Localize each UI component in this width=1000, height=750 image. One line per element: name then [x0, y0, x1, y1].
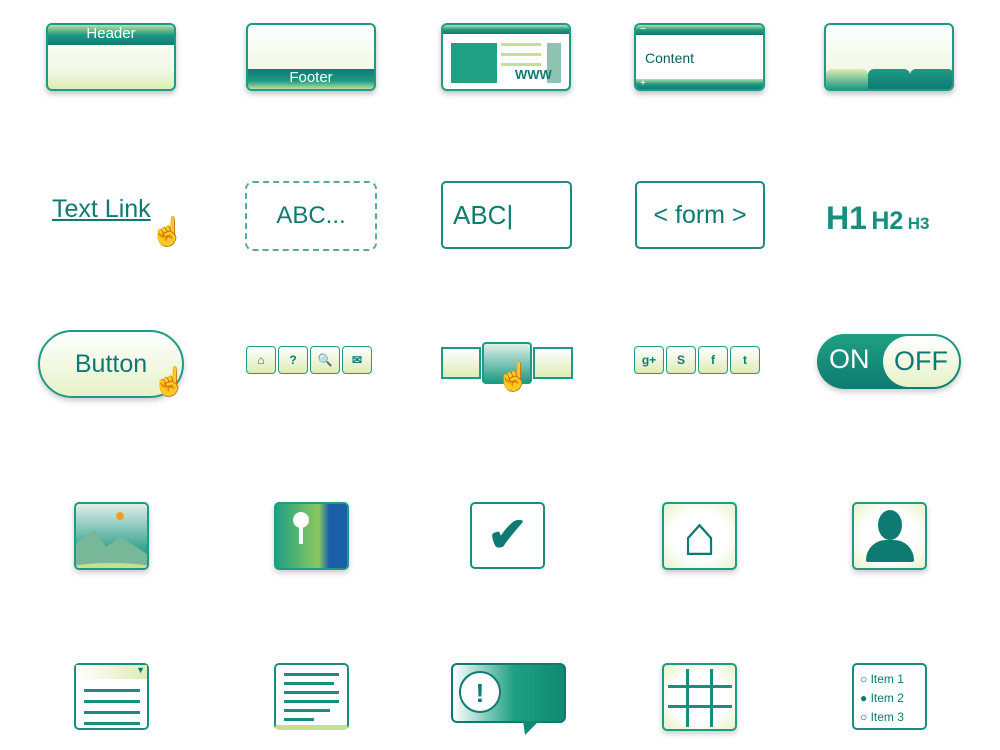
radio-list-icon: ○ Item 1 ● Item 2 ○ Item 3: [852, 663, 927, 730]
twitter-icon[interactable]: t: [730, 346, 760, 374]
hand-cursor-icon: ☝: [152, 366, 187, 397]
google-plus-icon[interactable]: g+: [634, 346, 664, 374]
form-icon: < form >: [635, 181, 765, 249]
radio-item[interactable]: ○ Item 3: [860, 708, 925, 727]
collapse-icon: −: [636, 25, 763, 35]
h2-label: H2: [871, 207, 904, 235]
radio-item[interactable]: ○ Item 1: [860, 670, 925, 689]
search-icon[interactable]: 🔍: [310, 346, 340, 374]
radio-item-selected[interactable]: ● Item 2: [860, 689, 925, 708]
header-bar: Header: [48, 25, 174, 45]
document-icon: [274, 663, 349, 730]
social-bar: g+ Sf t: [634, 346, 762, 374]
on-off-toggle[interactable]: ON OFF: [817, 334, 961, 389]
gallery-next[interactable]: [533, 347, 573, 379]
radio-label: Item 1: [870, 672, 904, 686]
hand-cursor-icon: ☝: [150, 216, 185, 247]
hand-cursor-icon: ☝: [496, 361, 531, 392]
home-icon: ⌂: [662, 502, 737, 570]
text-input[interactable]: ABC|: [441, 181, 572, 249]
content-label: Content: [645, 50, 695, 66]
alert-message-icon: !: [451, 663, 566, 735]
image-icon: [74, 502, 149, 570]
toggle-on-label: ON: [829, 344, 870, 374]
tabs-layout-icon: [824, 23, 954, 91]
help-icon[interactable]: ?: [278, 346, 308, 374]
h3-label: H3: [907, 214, 930, 233]
checkbox-checked-icon[interactable]: ✔: [470, 502, 545, 569]
skype-icon[interactable]: S: [666, 346, 696, 374]
content-panel-icon: − Content +: [634, 23, 765, 91]
user-icon: [852, 502, 927, 570]
headings-icon: H1 H2 H3: [826, 200, 930, 237]
expand-icon: +: [636, 79, 763, 89]
placeholder-text: ABC...: [276, 202, 346, 229]
button-label: Button: [74, 350, 148, 378]
toggle-off-label: OFF: [883, 336, 959, 387]
text-link[interactable]: Text Link: [52, 195, 151, 224]
footer-layout-icon: Footer: [246, 23, 376, 91]
map-icon: [274, 502, 349, 570]
mail-icon[interactable]: ✉: [342, 346, 372, 374]
toolbar-icon: ⌂? 🔍 ✉: [246, 346, 374, 374]
header-layout-icon: Header: [46, 23, 176, 91]
h1-label: H1: [826, 200, 867, 236]
gallery-prev[interactable]: [441, 347, 481, 379]
webpage-icon: WWW: [441, 23, 571, 91]
grid-icon: [662, 663, 737, 731]
webpage-image-block: [451, 43, 497, 83]
placeholder-field[interactable]: ABC...: [245, 181, 377, 251]
www-label: WWW: [515, 67, 552, 82]
footer-bar: Footer: [248, 69, 374, 89]
form-label: < form >: [653, 201, 747, 229]
dropdown-list-icon[interactable]: ▼: [74, 663, 149, 730]
radio-label: Item 2: [870, 691, 904, 705]
home-icon[interactable]: ⌂: [246, 346, 276, 374]
input-value: ABC: [453, 200, 507, 230]
radio-label: Item 3: [870, 710, 904, 724]
facebook-icon[interactable]: f: [698, 346, 728, 374]
exclamation-icon: !: [459, 671, 501, 713]
chevron-down-icon: ▼: [136, 665, 145, 675]
